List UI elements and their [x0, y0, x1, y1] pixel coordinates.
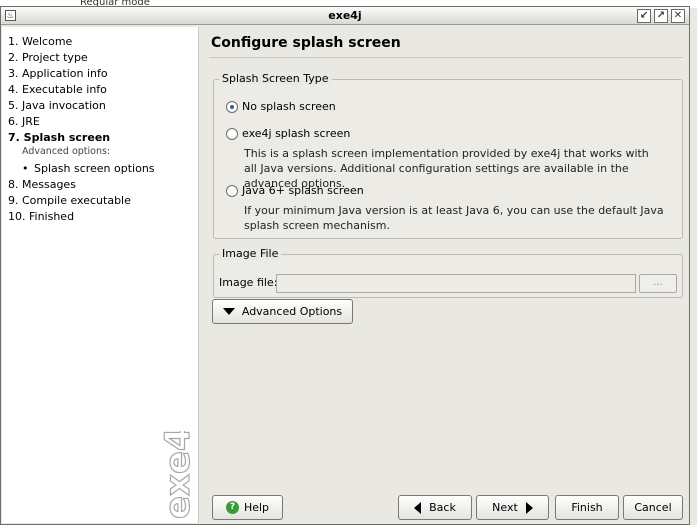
- browse-button[interactable]: ...: [639, 274, 677, 293]
- radio-exe4j-splash-control[interactable]: [226, 127, 238, 140]
- close-button[interactable]: ✕: [671, 9, 685, 23]
- step-splash-screen-options[interactable]: • Splash screen options: [22, 162, 155, 175]
- radio-no-splash-control[interactable]: [226, 100, 238, 113]
- arrow-right-icon: [525, 501, 533, 514]
- exe4j-watermark-logo: exe4j: [157, 431, 198, 520]
- image-file-label: Image file:: [219, 276, 278, 289]
- minimize-button[interactable]: ↙: [637, 9, 651, 23]
- radio-no-splash-label: No splash screen: [242, 100, 336, 113]
- finish-label: Finish: [571, 501, 603, 514]
- help-icon: ?: [225, 501, 239, 514]
- back-button[interactable]: Back: [398, 495, 472, 520]
- step-splash-screen[interactable]: 7. Splash screen: [8, 131, 110, 144]
- title-divider: [209, 57, 683, 58]
- radio-java6-splash[interactable]: Java 6+ splash screen: [226, 184, 364, 197]
- step-executable-info[interactable]: 4. Executable info: [8, 83, 107, 96]
- radio-exe4j-splash-label: exe4j splash screen: [242, 127, 351, 140]
- advanced-options-button[interactable]: Advanced Options: [212, 299, 353, 324]
- step-welcome[interactable]: 1. Welcome: [8, 35, 72, 48]
- wizard-steps-sidebar: 1. Welcome 2. Project type 3. Applicatio…: [2, 27, 199, 523]
- help-label: Help: [243, 501, 270, 514]
- advanced-options-label: Advanced Options: [241, 305, 343, 318]
- back-label: Back: [429, 501, 456, 514]
- image-file-group: Image File Image file: ...: [213, 247, 683, 298]
- cancel-button[interactable]: Cancel: [623, 495, 683, 520]
- finish-button[interactable]: Finish: [555, 495, 619, 520]
- triangle-down-icon: [222, 308, 235, 315]
- arrow-left-icon: [414, 501, 422, 514]
- splash-screen-type-label: Splash Screen Type: [219, 72, 332, 85]
- maximize-button[interactable]: ↗: [654, 9, 668, 23]
- radio-java6-splash-label: Java 6+ splash screen: [242, 184, 364, 197]
- exe4j-window: ♨ exe4j ↙ ↗ ✕ 1. Welcome 2. Project type…: [0, 6, 690, 525]
- radio-no-splash[interactable]: No splash screen: [226, 100, 336, 113]
- image-file-group-label: Image File: [219, 247, 282, 260]
- window-title: exe4j: [328, 9, 362, 22]
- radio-java6-splash-control[interactable]: [226, 184, 238, 197]
- step-jre[interactable]: 6. JRE: [8, 115, 40, 128]
- next-label: Next: [492, 501, 518, 514]
- image-file-input[interactable]: [276, 274, 636, 293]
- title-bar[interactable]: ♨ exe4j ↙ ↗ ✕: [1, 7, 689, 25]
- help-button[interactable]: ? Help: [212, 495, 283, 520]
- step-messages[interactable]: 8. Messages: [8, 178, 76, 191]
- step-application-info[interactable]: 3. Application info: [8, 67, 108, 80]
- step-finished[interactable]: 10. Finished: [8, 210, 74, 223]
- advanced-options-label: Advanced options:: [22, 146, 111, 157]
- step-java-invocation[interactable]: 5. Java invocation: [8, 99, 106, 112]
- step-compile-executable[interactable]: 9. Compile executable: [8, 194, 131, 207]
- page-title: Configure splash screen: [211, 35, 401, 51]
- bullet-icon: •: [22, 162, 29, 175]
- next-button[interactable]: Next: [476, 495, 549, 520]
- radio-exe4j-splash[interactable]: exe4j splash screen: [226, 127, 350, 140]
- step-project-type[interactable]: 2. Project type: [8, 51, 88, 64]
- splash-screen-options-label: Splash screen options: [34, 162, 155, 175]
- watermark-text: exe4j: [158, 431, 198, 519]
- main-content: Configure splash screen Splash Screen Ty…: [200, 27, 689, 523]
- splash-screen-type-group: Splash Screen Type No splash screen exe4…: [213, 72, 683, 239]
- java6-splash-description: If your minimum Java version is at least…: [244, 204, 664, 232]
- cancel-label: Cancel: [634, 501, 672, 514]
